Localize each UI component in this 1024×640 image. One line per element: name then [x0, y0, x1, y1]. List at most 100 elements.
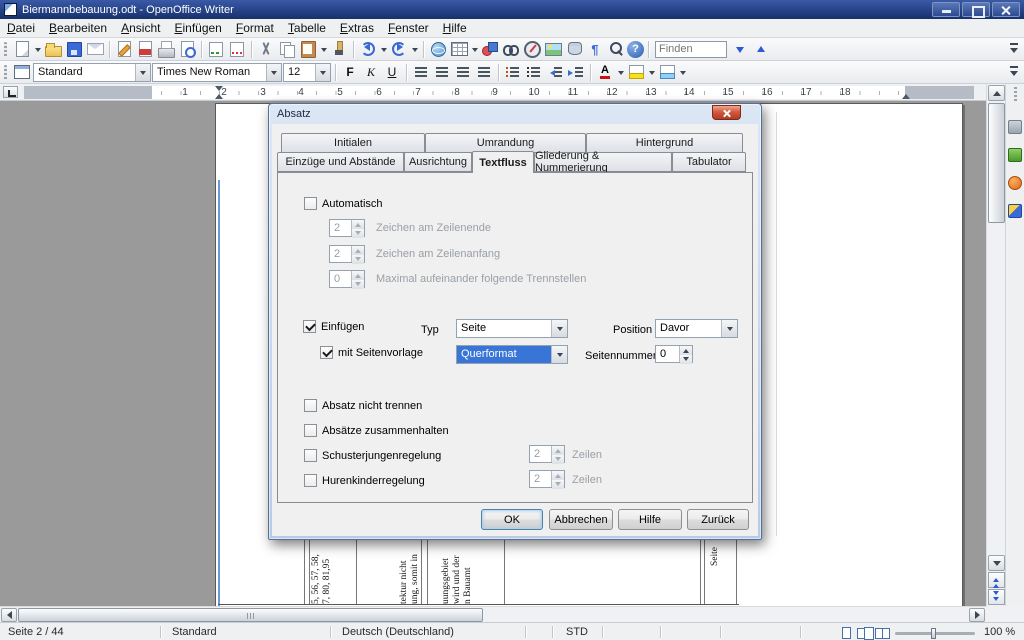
checkbox-box[interactable]	[304, 449, 317, 462]
highlighting-button[interactable]	[626, 62, 646, 82]
do-not-split-paragraph-checkbox[interactable]: Absatz nicht trennen	[304, 399, 422, 412]
toolbar-grip[interactable]	[4, 42, 7, 57]
scroll-down-icon[interactable]	[988, 555, 1005, 571]
increase-indent-button[interactable]	[566, 62, 586, 82]
panel-icon-green[interactable]	[1008, 148, 1022, 162]
scroll-up-icon[interactable]	[988, 85, 1005, 101]
zoom-slider-thumb[interactable]	[931, 628, 936, 639]
spinner-buttons[interactable]	[679, 346, 692, 362]
dropdown-arrow-icon[interactable]	[551, 320, 567, 337]
right-indent-marker[interactable]	[902, 94, 910, 99]
dialog-title-bar[interactable]: Absatz	[269, 104, 761, 124]
previous-page-icon[interactable]	[988, 572, 1005, 588]
panel-icon-chart[interactable]	[1008, 204, 1022, 218]
status-insert-mode[interactable]: STD	[566, 626, 588, 638]
break-position-select[interactable]: Davor	[655, 319, 738, 338]
find-previous-button[interactable]	[751, 39, 771, 59]
menu-bearbeiten[interactable]: Bearbeiten	[42, 19, 114, 37]
spin-up-icon[interactable]	[680, 346, 692, 355]
break-type-select[interactable]: Seite	[456, 319, 568, 338]
font-color-dropdown-icon[interactable]	[616, 62, 625, 82]
horizontal-scrollbar[interactable]	[0, 606, 986, 622]
menu-datei[interactable]: Datei	[0, 19, 42, 37]
checkbox-box[interactable]	[320, 346, 333, 359]
horizontal-ruler[interactable]: 1 2 3 4 5 6 7 8 9 10 11 12 13 14 15 16 1…	[0, 84, 986, 101]
with-page-style-checkbox[interactable]: mit Seitenvorlage	[320, 346, 423, 359]
bullet-list-button[interactable]	[524, 62, 544, 82]
status-zoom-value[interactable]: 100 %	[984, 626, 1015, 638]
page-number-spinner[interactable]: 0	[655, 345, 693, 363]
tab-textfluss[interactable]: Textfluss	[472, 151, 534, 173]
status-language[interactable]: Deutsch (Deutschland)	[342, 626, 454, 638]
bold-button[interactable]: F	[340, 62, 360, 82]
help-button[interactable]: ?	[627, 41, 644, 58]
ruler-band[interactable]: 1 2 3 4 5 6 7 8 9 10 11 12 13 14 15 16 1…	[24, 86, 974, 99]
view-layout-single-icon[interactable]	[838, 626, 854, 639]
find-next-button[interactable]	[730, 39, 750, 59]
left-indent-marker[interactable]	[215, 94, 223, 99]
edit-file-button[interactable]	[114, 39, 134, 59]
orphan-control-checkbox[interactable]: Schusterjungenregelung	[304, 449, 441, 462]
keep-with-next-paragraph-checkbox[interactable]: Absätze zusammenhalten	[304, 424, 449, 437]
redo-button[interactable]	[389, 39, 409, 59]
scroll-left-icon[interactable]	[1, 608, 17, 622]
insert-table-button[interactable]	[449, 39, 469, 59]
table-dropdown-icon[interactable]	[470, 39, 479, 59]
dropdown-arrow-icon[interactable]	[266, 64, 281, 81]
menu-format[interactable]: Format	[229, 19, 281, 37]
new-document-dropdown-icon[interactable]	[33, 39, 42, 59]
cancel-button[interactable]: Abbrechen	[549, 509, 613, 530]
undo-button[interactable]	[358, 39, 378, 59]
back-button[interactable]: Zurück	[687, 509, 749, 530]
hyphenation-auto-checkbox[interactable]: Automatisch	[304, 197, 383, 210]
justify-button[interactable]	[474, 62, 494, 82]
data-sources-button[interactable]	[564, 39, 584, 59]
tab-gliederung-nummerierung[interactable]: Gliederung & Nummerierung	[534, 152, 672, 172]
checkbox-box[interactable]	[304, 197, 317, 210]
dialog-close-icon[interactable]	[712, 105, 741, 120]
checkbox-box[interactable]	[304, 424, 317, 437]
format-paintbrush-button[interactable]	[329, 39, 349, 59]
checkbox-box[interactable]	[304, 399, 317, 412]
toolbar-overflow-icon[interactable]	[1007, 39, 1021, 59]
dropdown-arrow-icon[interactable]	[721, 320, 737, 337]
font-color-button[interactable]: A	[595, 62, 615, 82]
view-layout-multi-icon[interactable]	[856, 626, 872, 639]
dropdown-arrow-icon[interactable]	[551, 346, 567, 363]
draw-functions-button[interactable]	[480, 39, 500, 59]
menu-extras[interactable]: Extras	[333, 19, 381, 37]
tab-ausrichtung[interactable]: Ausrichtung	[404, 152, 472, 172]
tab-einzuege-und-abstaende[interactable]: Einzüge und Abstände	[277, 152, 404, 172]
cut-button[interactable]	[256, 39, 276, 59]
align-right-button[interactable]	[453, 62, 473, 82]
next-page-icon[interactable]	[988, 589, 1005, 605]
vertical-scrollbar[interactable]	[986, 84, 1005, 606]
widow-control-checkbox[interactable]: Hurenkinderregelung	[304, 474, 425, 487]
highlighting-dropdown-icon[interactable]	[647, 62, 656, 82]
vertical-scrollbar-thumb[interactable]	[988, 103, 1005, 223]
align-center-button[interactable]	[432, 62, 452, 82]
menu-hilfe[interactable]: Hilfe	[436, 19, 474, 37]
spellcheck-button[interactable]	[206, 39, 226, 59]
gallery-button[interactable]	[543, 39, 563, 59]
panel-icon-orange[interactable]	[1008, 176, 1022, 190]
dropdown-arrow-icon[interactable]	[315, 64, 330, 81]
maximize-button[interactable]	[962, 2, 990, 17]
tab-initialen[interactable]: Initialen	[281, 133, 425, 153]
open-button[interactable]	[43, 39, 63, 59]
horizontal-scrollbar-thumb[interactable]	[18, 608, 483, 622]
scroll-right-icon[interactable]	[969, 608, 985, 622]
zoom-button[interactable]	[606, 39, 626, 59]
navigator-button[interactable]	[522, 39, 542, 59]
status-page-style[interactable]: Standard	[172, 626, 217, 638]
paste-dropdown-icon[interactable]	[319, 39, 328, 59]
panel-icon-grey[interactable]	[1008, 120, 1022, 134]
dropdown-arrow-icon[interactable]	[135, 64, 150, 81]
zoom-slider[interactable]	[895, 632, 975, 635]
menu-fenster[interactable]: Fenster	[381, 19, 436, 37]
decrease-indent-button[interactable]	[545, 62, 565, 82]
spin-down-icon[interactable]	[680, 355, 692, 364]
styles-window-button[interactable]	[12, 62, 32, 82]
background-color-dropdown-icon[interactable]	[678, 62, 687, 82]
checkbox-box[interactable]	[304, 474, 317, 487]
